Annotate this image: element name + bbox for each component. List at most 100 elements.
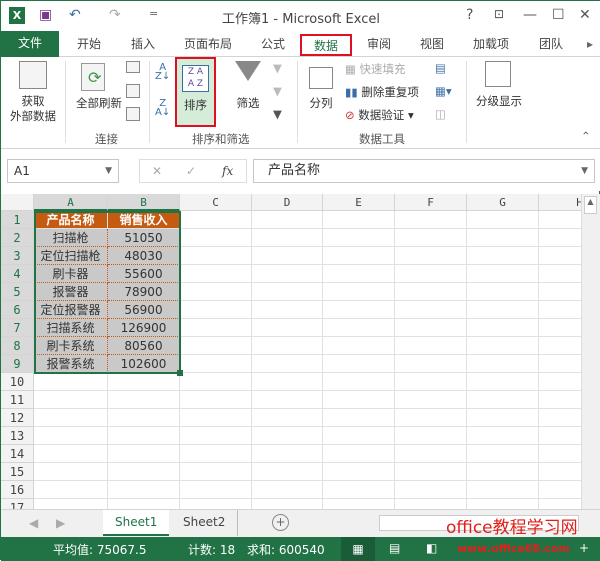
cell-f17[interactable] [395,499,467,509]
cell-e14[interactable] [323,445,395,463]
cell-a16[interactable] [34,481,108,499]
cell-c2[interactable] [180,229,252,247]
column-header-g[interactable]: G [467,194,539,211]
tab-file[interactable]: 文件 [1,31,59,57]
column-header-f[interactable]: F [395,194,467,211]
column-header-c[interactable]: C [180,194,252,211]
cell-g11[interactable] [467,391,539,409]
cell-g8[interactable] [467,337,539,355]
cell-e4[interactable] [323,265,395,283]
cell-c3[interactable] [180,247,252,265]
cell-d16[interactable] [252,481,323,499]
cell-b17[interactable] [108,499,180,509]
cell-a10[interactable] [34,373,108,391]
relationships-icon[interactable]: ◫ [435,107,446,121]
cell-b9[interactable]: 102600 [108,355,180,373]
insert-function-icon[interactable]: fx [222,160,233,182]
row-header-11[interactable]: 11 [1,391,34,409]
row-header-8[interactable]: 8 [1,337,34,355]
row-header-1[interactable]: 1 [1,211,34,229]
cell-f3[interactable] [395,247,467,265]
cell-d12[interactable] [252,409,323,427]
cell-h12[interactable] [539,409,581,427]
cell-d13[interactable] [252,427,323,445]
row-header-7[interactable]: 7 [1,319,34,337]
cell-h7[interactable] [539,319,581,337]
cell-b11[interactable] [108,391,180,409]
cell-e1[interactable] [323,211,395,229]
collapse-ribbon-icon[interactable]: ⌃ [581,129,591,143]
cell-b15[interactable] [108,463,180,481]
column-header-a[interactable]: A [34,194,108,211]
help-button[interactable]: ? [466,7,473,23]
row-header-4[interactable]: 4 [1,265,34,283]
cell-g9[interactable] [467,355,539,373]
cell-g6[interactable] [467,301,539,319]
cell-c10[interactable] [180,373,252,391]
cell-h3[interactable] [539,247,581,265]
cell-g16[interactable] [467,481,539,499]
cell-b8[interactable]: 80560 [108,337,180,355]
minimize-button[interactable]: — [523,7,537,23]
cell-f12[interactable] [395,409,467,427]
cell-d10[interactable] [252,373,323,391]
column-header-d[interactable]: D [252,194,323,211]
page-break-view-icon[interactable]: ◧ [426,541,437,555]
cell-a1[interactable]: 产品名称 [34,211,108,229]
cell-f2[interactable] [395,229,467,247]
cell-e3[interactable] [323,247,395,265]
column-header-e[interactable]: E [323,194,395,211]
cell-a13[interactable] [34,427,108,445]
cell-f6[interactable] [395,301,467,319]
cell-h10[interactable] [539,373,581,391]
cell-g4[interactable] [467,265,539,283]
cell-b5[interactable]: 78900 [108,283,180,301]
column-header-h[interactable]: H [539,194,581,211]
cell-e10[interactable] [323,373,395,391]
name-box[interactable]: A1 ▼ [7,159,119,183]
cell-g12[interactable] [467,409,539,427]
enter-icon[interactable]: ✓ [186,160,196,182]
row-header-2[interactable]: 2 [1,229,34,247]
cell-h1[interactable] [539,211,581,229]
cell-f4[interactable] [395,265,467,283]
sheet-tab-sheet2[interactable]: Sheet2 [171,510,239,536]
cell-b12[interactable] [108,409,180,427]
cell-g13[interactable] [467,427,539,445]
cell-a3[interactable]: 定位扫描枪 [34,247,108,265]
cell-f13[interactable] [395,427,467,445]
cell-d2[interactable] [252,229,323,247]
cell-a5[interactable]: 报警器 [34,283,108,301]
cell-c11[interactable] [180,391,252,409]
zoom-in-icon[interactable]: + [579,541,589,555]
cell-e11[interactable] [323,391,395,409]
cell-f7[interactable] [395,319,467,337]
cell-c14[interactable] [180,445,252,463]
advanced-filter-icon[interactable]: ▼ [273,107,282,121]
cell-d9[interactable] [252,355,323,373]
cell-d4[interactable] [252,265,323,283]
cell-h2[interactable] [539,229,581,247]
tab-insert[interactable]: 插入 [125,34,161,56]
ribbon-display-button[interactable]: ⊡ [494,7,504,21]
cell-e6[interactable] [323,301,395,319]
cell-e7[interactable] [323,319,395,337]
reapply-icon[interactable]: ▼ [273,84,282,98]
cell-f14[interactable] [395,445,467,463]
cell-d3[interactable] [252,247,323,265]
worksheet-grid[interactable]: A B C D E F G H 1 产品名称 销售收入 2 扫描枪 51050 3 定位扫描枪 48030 4 刷卡… [1,194,581,509]
cell-c8[interactable] [180,337,252,355]
cell-b13[interactable] [108,427,180,445]
cell-d5[interactable] [252,283,323,301]
cell-d17[interactable] [252,499,323,509]
consolidate-icon[interactable]: ▤ [435,61,446,75]
column-header-b[interactable]: B [108,194,180,211]
cell-f15[interactable] [395,463,467,481]
cell-d15[interactable] [252,463,323,481]
cell-d14[interactable] [252,445,323,463]
cell-f10[interactable] [395,373,467,391]
cell-e15[interactable] [323,463,395,481]
edit-links-icon[interactable] [126,107,140,121]
row-header-5[interactable]: 5 [1,283,34,301]
cell-g3[interactable] [467,247,539,265]
